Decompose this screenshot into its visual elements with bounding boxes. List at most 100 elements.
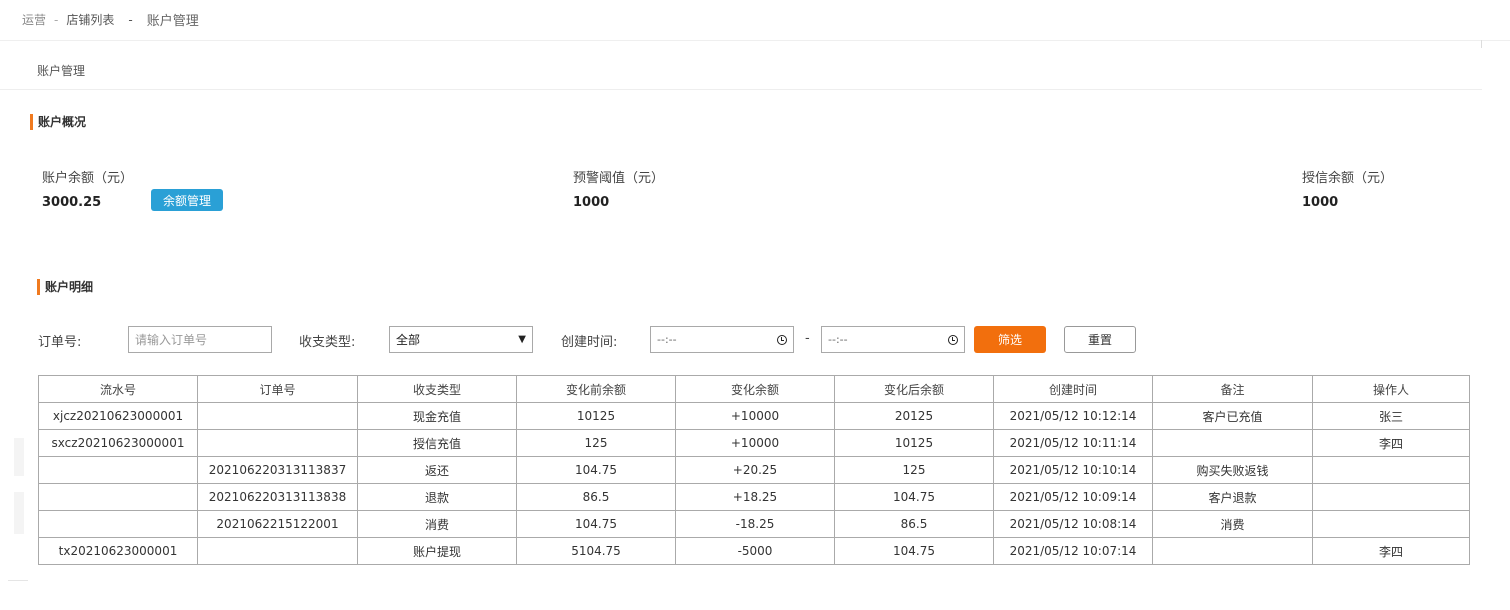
- table-cell: -5000: [675, 537, 835, 565]
- table-row: sxcz20210623000001 授信充值 125 +10000 10125…: [38, 429, 1470, 457]
- table-header-row: 流水号 订单号 收支类型 变化前余额 变化余额 变化后余额 创建时间 备注 操作…: [38, 375, 1470, 403]
- column-header: 流水号: [38, 375, 198, 403]
- table-cell: 104.75: [516, 456, 676, 484]
- table-cell: 86.5: [834, 510, 994, 538]
- order-number-input[interactable]: [128, 326, 272, 353]
- table-cell: 2021062215122001: [197, 510, 358, 538]
- table-cell: [197, 537, 358, 565]
- order-number-label: 订单号:: [38, 335, 82, 350]
- credit-balance-label: 授信余额（元）: [1302, 171, 1394, 186]
- header-divider: [0, 40, 1510, 41]
- breadcrumb-item-operations[interactable]: 运营: [22, 11, 46, 28]
- tab-account-management[interactable]: 账户管理: [37, 62, 85, 79]
- table-row: 2021062215122001 消费 104.75 -18.25 86.5 2…: [38, 510, 1470, 538]
- chevron-down-icon: ▼: [518, 334, 526, 345]
- table-cell: 10125: [834, 429, 994, 457]
- table-cell: +20.25: [675, 456, 835, 484]
- credit-balance-value: 1000: [1302, 195, 1339, 210]
- table-cell: [1152, 537, 1313, 565]
- table-row: 202106220313113837 返还 104.75 +20.25 125 …: [38, 456, 1470, 484]
- warning-threshold-label: 预警阈值（元）: [573, 171, 665, 186]
- table-cell: 86.5: [516, 483, 676, 511]
- table-cell: 104.75: [834, 483, 994, 511]
- table-cell: 客户退款: [1152, 483, 1313, 511]
- edge-fragment: [14, 438, 24, 476]
- table-cell: 104.75: [834, 537, 994, 565]
- breadcrumb-item-store-list[interactable]: 店铺列表: [66, 11, 114, 28]
- created-time-label: 创建时间:: [561, 335, 618, 350]
- table-cell: [1152, 429, 1313, 457]
- time-start-value: --:--: [657, 333, 677, 346]
- balance-value: 3000.25: [42, 195, 102, 210]
- table-row: 202106220313113838 退款 86.5 +18.25 104.75…: [38, 483, 1470, 511]
- table-cell: [1312, 456, 1470, 484]
- table-cell: 2021/05/12 10:09:14: [993, 483, 1153, 511]
- time-end-input[interactable]: --:--: [821, 326, 965, 353]
- table-cell: 2021/05/12 10:07:14: [993, 537, 1153, 565]
- table-cell: 2021/05/12 10:10:14: [993, 456, 1153, 484]
- breadcrumb-separator: -: [128, 12, 133, 27]
- table-cell: 202106220313113837: [197, 456, 358, 484]
- time-range-separator: -: [805, 331, 810, 346]
- transaction-type-selected: 全部: [396, 333, 421, 347]
- table-cell: [197, 429, 358, 457]
- column-header: 备注: [1152, 375, 1313, 403]
- section-title-overview: 账户概况: [30, 114, 86, 130]
- breadcrumb-item-account-management: 账户管理: [146, 14, 199, 29]
- balance-label: 账户余额（元）: [42, 171, 134, 186]
- table-cell: [1312, 483, 1470, 511]
- table-row: tx20210623000001 账户提现 5104.75 -5000 104.…: [38, 537, 1470, 565]
- table-cell: 客户已充值: [1152, 402, 1313, 430]
- table-cell: 账户提现: [357, 537, 517, 565]
- column-header: 变化前余额: [516, 375, 676, 403]
- table-cell: 5104.75: [516, 537, 676, 565]
- filter-button[interactable]: 筛选: [974, 326, 1046, 353]
- table-cell: sxcz20210623000001: [38, 429, 198, 457]
- scrollbar-mark: [1481, 40, 1482, 48]
- table-cell: 104.75: [516, 510, 676, 538]
- table-cell: [38, 510, 198, 538]
- table-cell: -18.25: [675, 510, 835, 538]
- clock-icon[interactable]: [948, 334, 958, 345]
- warning-threshold-value: 1000: [573, 195, 610, 210]
- section-title-detail: 账户明细: [37, 279, 93, 295]
- edge-fragment: [8, 580, 28, 581]
- table-cell: 125: [834, 456, 994, 484]
- table-cell: 授信充值: [357, 429, 517, 457]
- table-cell: [38, 456, 198, 484]
- tab-divider: [0, 89, 1482, 90]
- table-cell: +18.25: [675, 483, 835, 511]
- account-detail-table: 流水号 订单号 收支类型 变化前余额 变化余额 变化后余额 创建时间 备注 操作…: [38, 375, 1470, 565]
- column-header: 变化余额: [675, 375, 835, 403]
- table-cell: 202106220313113838: [197, 483, 358, 511]
- time-end-value: --:--: [828, 333, 848, 346]
- clock-icon[interactable]: [777, 334, 787, 345]
- table-cell: [38, 483, 198, 511]
- table-cell: tx20210623000001: [38, 537, 198, 565]
- table-cell: xjcz20210623000001: [38, 402, 198, 430]
- table-cell: [197, 402, 358, 430]
- table-cell: 现金充值: [357, 402, 517, 430]
- column-header: 创建时间: [993, 375, 1153, 403]
- time-start-input[interactable]: --:--: [650, 326, 794, 353]
- table-row: xjcz20210623000001 现金充值 10125 +10000 201…: [38, 402, 1470, 430]
- table-cell: 2021/05/12 10:08:14: [993, 510, 1153, 538]
- table-cell: 李四: [1312, 429, 1470, 457]
- table-cell: 2021/05/12 10:12:14: [993, 402, 1153, 430]
- breadcrumb-separator: -: [54, 12, 59, 27]
- table-cell: 消费: [357, 510, 517, 538]
- transaction-type-select[interactable]: 全部 ▼: [389, 326, 533, 353]
- column-header: 订单号: [197, 375, 358, 403]
- transaction-type-label: 收支类型:: [299, 335, 356, 350]
- table-cell: [1312, 510, 1470, 538]
- reset-button[interactable]: 重置: [1064, 326, 1136, 353]
- edge-fragment: [14, 492, 24, 534]
- table-cell: 消费: [1152, 510, 1313, 538]
- table-cell: 购买失败返钱: [1152, 456, 1313, 484]
- table-cell: 2021/05/12 10:11:14: [993, 429, 1153, 457]
- table-cell: +10000: [675, 429, 835, 457]
- table-cell: +10000: [675, 402, 835, 430]
- breadcrumb: 运营 - 店铺列表 - 账户管理: [22, 10, 199, 30]
- balance-management-button[interactable]: 余额管理: [151, 189, 223, 211]
- table-cell: 125: [516, 429, 676, 457]
